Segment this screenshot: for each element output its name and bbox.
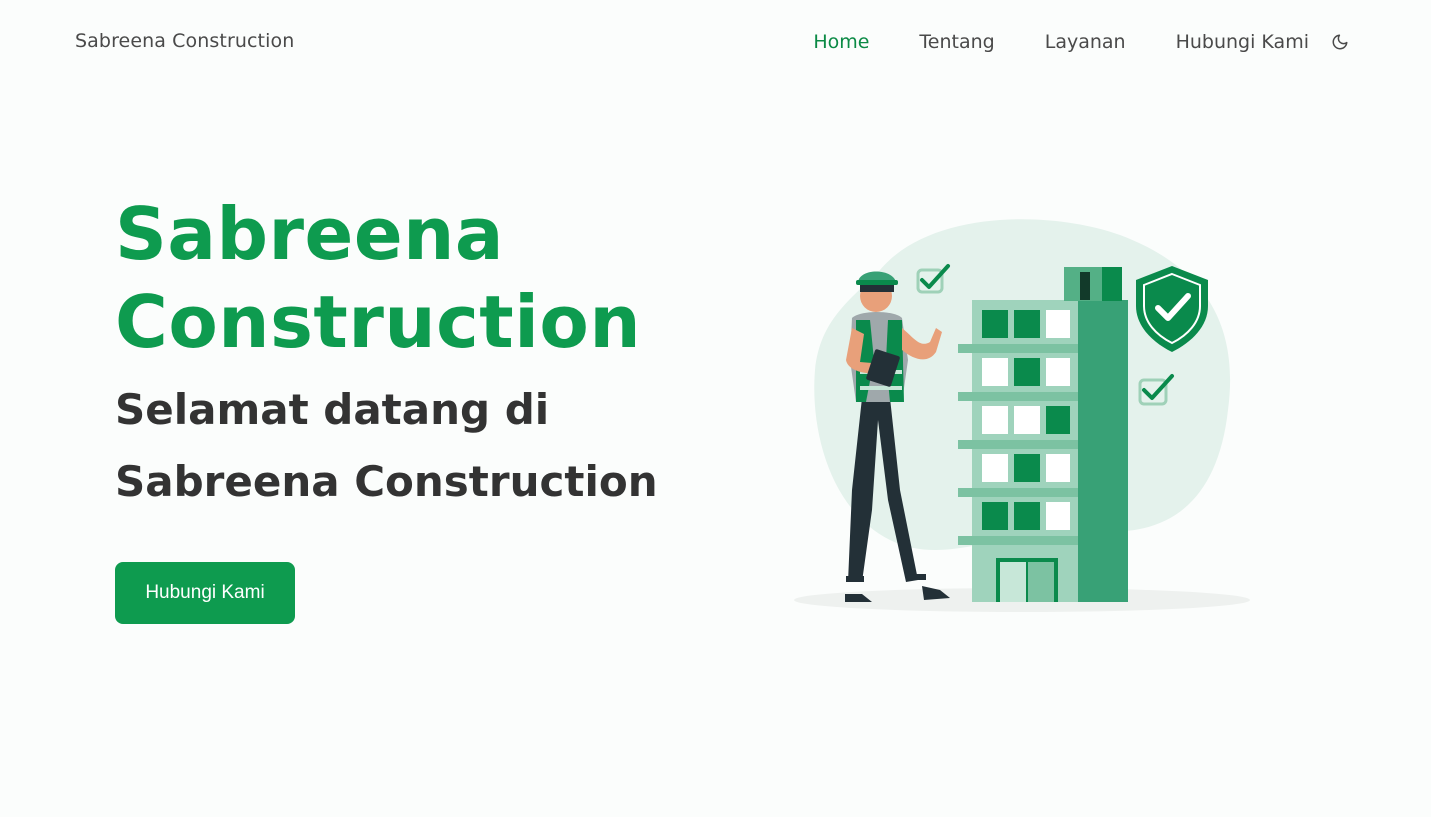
hero-title-line2: Construction [115, 280, 642, 364]
nav-tentang[interactable]: Tentang [919, 28, 994, 56]
hero: Sabreena Construction Selamat datang di … [115, 190, 658, 518]
hero-title: Sabreena Construction [115, 190, 658, 366]
nav-layanan[interactable]: Layanan [1045, 28, 1126, 56]
hero-subtitle: Selamat datang di Sabreena Construction [115, 374, 658, 518]
nav-home[interactable]: Home [813, 28, 869, 56]
main-nav: Home Tentang Layanan Hubungi Kami [813, 28, 1351, 56]
construction-illustration [794, 219, 1250, 612]
hero-title-line1: Sabreena [115, 192, 504, 276]
contact-button[interactable]: Hubungi Kami [115, 562, 295, 624]
building [958, 267, 1128, 602]
brand-link[interactable]: Sabreena Construction [75, 30, 294, 52]
page: Sabreena Construction Home Tentang Layan… [0, 0, 1431, 817]
hero-subtitle-line1: Selamat datang di [115, 385, 550, 434]
hero-subtitle-line2: Sabreena Construction [115, 457, 658, 506]
theme-toggle-button[interactable] [1329, 28, 1351, 56]
nav-hubungi-kami[interactable]: Hubungi Kami [1176, 28, 1309, 56]
header: Sabreena Construction Home Tentang Layan… [0, 0, 1431, 84]
moon-icon [1332, 34, 1348, 50]
